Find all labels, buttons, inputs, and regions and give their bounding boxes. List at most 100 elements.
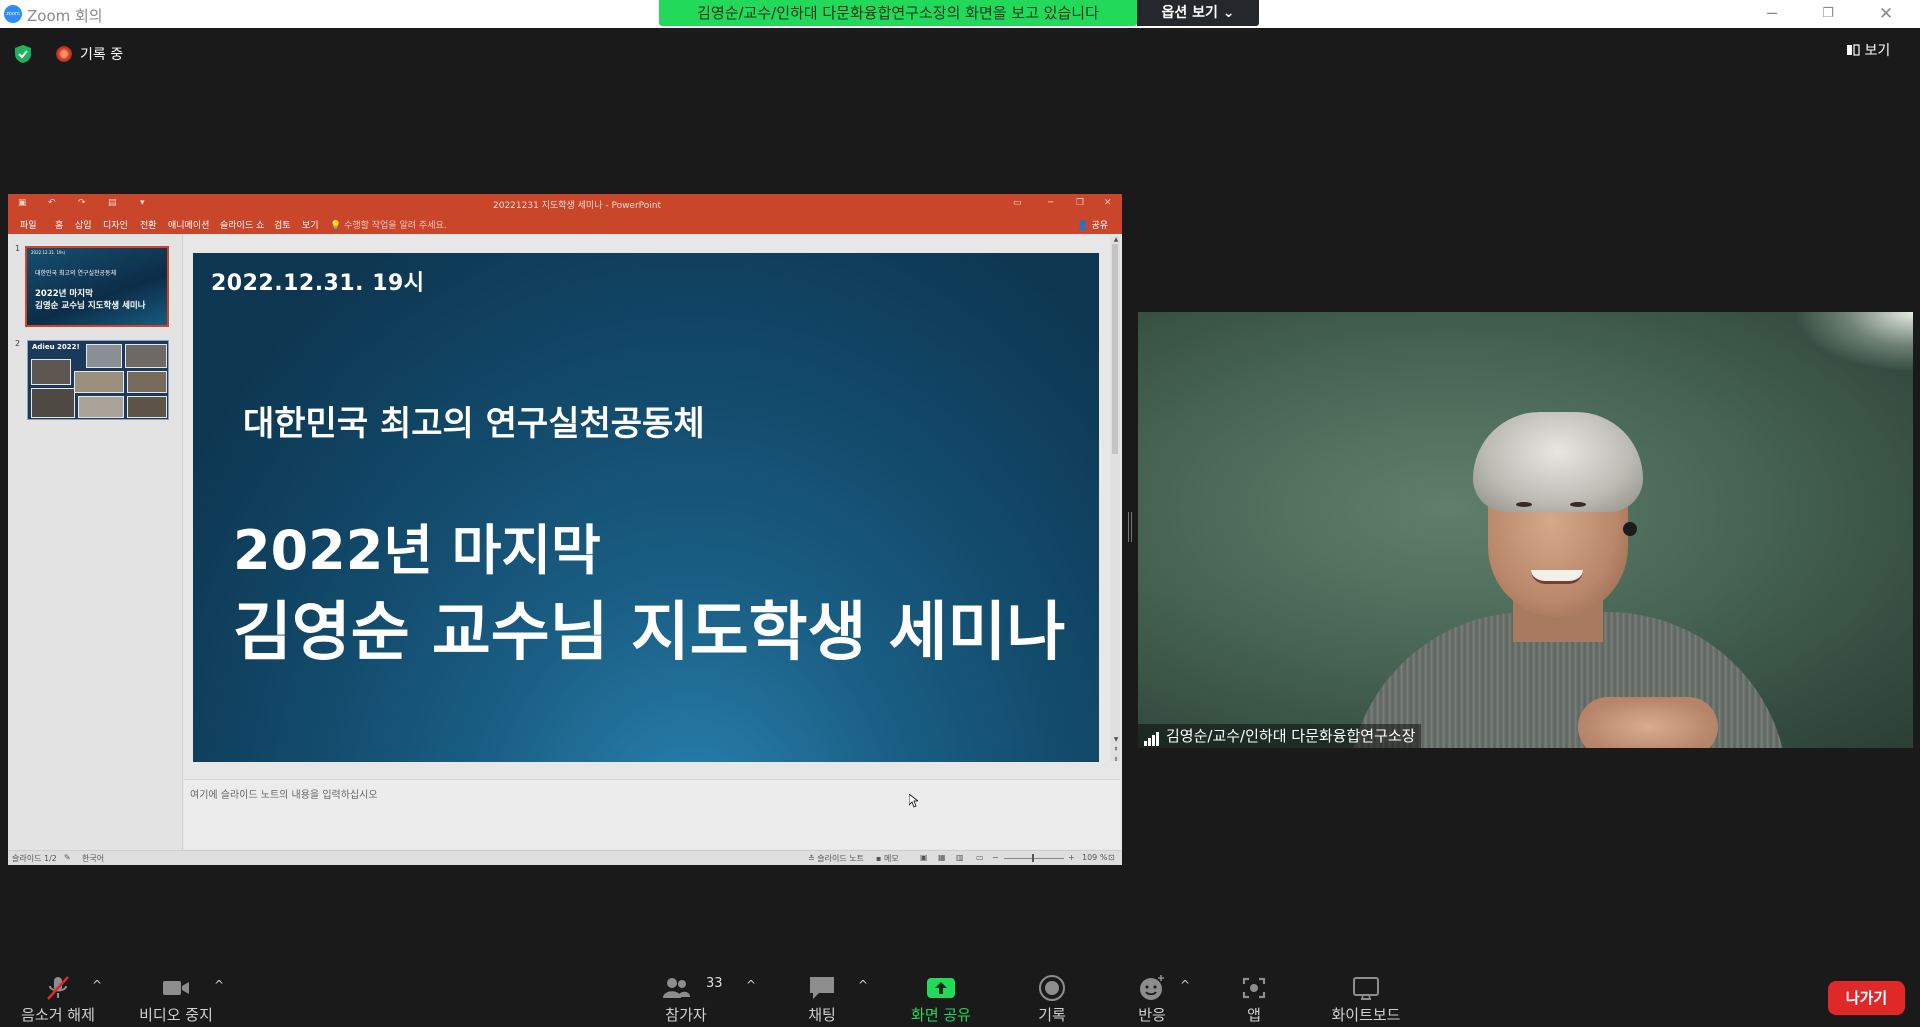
customize-icon[interactable]: ▾ xyxy=(140,198,150,208)
scroll-up-icon[interactable]: ▲ xyxy=(1112,236,1120,243)
zoom-in-icon[interactable]: + xyxy=(1068,853,1075,862)
chat-options-caret-icon[interactable]: ^ xyxy=(858,978,870,992)
redo-icon[interactable]: ↷ xyxy=(78,198,88,208)
menu-slideshow[interactable]: 슬라이드 쇼 xyxy=(220,218,264,231)
slide-thumbnail-1[interactable]: 2022.12.31. 19시 대한민국 최고의 연구실천공동체 2022년 마… xyxy=(25,246,169,327)
scroll-down-icon[interactable]: ▼ xyxy=(1112,736,1120,743)
ribbon-options-icon[interactable]: ▭ xyxy=(1013,198,1023,208)
leave-meeting-button[interactable]: 나가기 xyxy=(1828,981,1905,1015)
person-eye xyxy=(1570,502,1586,507)
apps-label: 앱 xyxy=(1247,1006,1261,1024)
present-icon[interactable]: ▤ xyxy=(108,198,118,208)
recording-label: 기록 중 xyxy=(80,47,124,63)
chat-button[interactable]: 채팅 xyxy=(782,962,862,1027)
stop-video-button[interactable]: 비디오 중지 xyxy=(128,962,224,1027)
participants-icon xyxy=(663,978,691,998)
menu-design[interactable]: 디자인 xyxy=(103,218,128,231)
notes-placeholder: 여기에 슬라이드 노트의 내용을 입력하십시오 xyxy=(190,790,378,801)
video-options-caret-icon[interactable]: ^ xyxy=(214,978,226,992)
apps-button[interactable]: 앱 xyxy=(1214,962,1294,1027)
ppt-minimize-icon[interactable]: ─ xyxy=(1048,198,1058,208)
zoom-slider-thumb[interactable] xyxy=(1032,854,1034,862)
participant-video[interactable] xyxy=(1138,312,1913,748)
thumbnail-number: 1 xyxy=(15,244,21,253)
menu-file[interactable]: 파일 xyxy=(20,218,37,231)
participants-label: 참가자 xyxy=(665,1006,707,1024)
person-hand xyxy=(1578,697,1718,748)
powerpoint-titlebar: ▣ ↶ ↷ ▤ ▾ 20221231 지도학생 세미나 - PowerPoint… xyxy=(8,194,1122,214)
undo-icon[interactable]: ↶ xyxy=(48,198,58,208)
ppt-close-icon[interactable]: ✕ xyxy=(1104,198,1114,208)
comments-toggle-label: 메모 xyxy=(883,854,899,863)
photo-thumbnail xyxy=(78,396,124,418)
chat-label: 채팅 xyxy=(808,1006,836,1024)
shared-powerpoint-window: ▣ ↶ ↷ ▤ ▾ 20221231 지도학생 세미나 - PowerPoint… xyxy=(8,194,1122,865)
comments-toggle[interactable]: ▪ 메모 xyxy=(876,853,899,864)
photo-thumbnail xyxy=(31,388,75,418)
previous-slide-icon[interactable]: ⇞ xyxy=(1112,746,1120,753)
share-screen-button[interactable]: 화면 공유 xyxy=(898,962,984,1027)
view-button[interactable]: 보기 xyxy=(1846,40,1906,64)
fit-slide-icon[interactable]: ⊡ xyxy=(1108,853,1115,862)
zoom-out-icon[interactable]: − xyxy=(992,853,999,862)
slide-sorter-icon[interactable]: ▦ xyxy=(938,853,946,862)
notes-toggle-label: 슬라이드 노트 xyxy=(817,854,864,863)
save-icon[interactable]: ▣ xyxy=(18,198,28,208)
tell-me-search[interactable]: 💡 수행할 작업을 알려 주세요. xyxy=(330,218,447,231)
unmute-button[interactable]: 음소거 해제 xyxy=(10,962,106,1027)
slide-date: 2022.12.31. 19시 xyxy=(211,271,425,296)
photo-thumbnail xyxy=(31,359,71,385)
pane-resize-handle[interactable] xyxy=(1128,512,1132,542)
slide-title-line1: 2022년 마지막 xyxy=(233,519,601,582)
audio-options-caret-icon[interactable]: ^ xyxy=(92,978,104,992)
spellcheck-icon[interactable]: ✎ xyxy=(64,853,71,862)
participants-button[interactable]: 33 참가자 xyxy=(646,962,726,1027)
participant-name-tag: 김영순/교수/인하대 다문화융합연구소장 xyxy=(1138,724,1422,748)
slideshow-view-icon[interactable]: ▭ xyxy=(976,853,984,862)
slide-subtitle: 대한민국 최고의 연구실천공동체 xyxy=(243,404,705,444)
normal-view-icon[interactable]: ▣ xyxy=(920,853,928,862)
screen-share-banner: 김영순/교수/인하대 다문화융합연구소장의 화면을 보고 있습니다 xyxy=(659,0,1137,26)
slide-notes-pane[interactable]: 여기에 슬라이드 노트의 내용을 입력하십시오 xyxy=(184,779,1120,849)
participants-options-caret-icon[interactable]: ^ xyxy=(746,978,758,992)
ppt-restore-icon[interactable]: ❐ xyxy=(1076,198,1086,208)
current-slide[interactable]: 2022.12.31. 19시 대한민국 최고의 연구실천공동체 2022년 마… xyxy=(193,253,1099,762)
notes-toggle[interactable]: ≛ 슬라이드 노트 xyxy=(808,853,864,864)
participant-name: 김영순/교수/인하대 다문화융합연구소장 xyxy=(1166,727,1416,745)
menu-transitions[interactable]: 전환 xyxy=(140,218,157,231)
powerpoint-title: 20221231 지도학생 세미나 - PowerPoint xyxy=(493,201,662,211)
restore-icon[interactable]: ❐ xyxy=(1818,4,1838,24)
record-button[interactable]: 기록 xyxy=(1012,962,1092,1027)
share-screen-icon xyxy=(927,978,955,998)
reading-view-icon[interactable]: ▥ xyxy=(956,853,964,862)
recording-indicator-icon xyxy=(56,46,72,62)
menu-animations[interactable]: 애니메이션 xyxy=(168,218,209,231)
record-label: 기록 xyxy=(1038,1006,1066,1024)
reactions-button[interactable]: 반응 xyxy=(1112,962,1192,1027)
reactions-options-caret-icon[interactable]: ^ xyxy=(1180,978,1192,992)
whiteboard-icon xyxy=(1353,977,1379,1000)
participant-count: 33 xyxy=(706,976,723,991)
signal-strength-icon xyxy=(1144,726,1160,746)
slide-thumbnail-2[interactable]: Adieu 2022! xyxy=(27,340,169,420)
whiteboard-button[interactable]: 화이트보드 xyxy=(1318,962,1414,1027)
next-slide-icon[interactable]: ⇟ xyxy=(1112,756,1120,763)
whiteboard-label: 화이트보드 xyxy=(1331,1006,1401,1024)
menu-view[interactable]: 보기 xyxy=(302,218,319,231)
language-indicator[interactable]: 한국어 xyxy=(82,853,104,864)
lightbulb-icon: 💡 xyxy=(330,221,342,231)
menu-insert[interactable]: 삽입 xyxy=(75,218,92,231)
close-icon[interactable]: ✕ xyxy=(1876,4,1896,24)
minimize-icon[interactable]: ─ xyxy=(1762,4,1782,24)
view-options-button[interactable]: 옵션 보기 ⌄ xyxy=(1137,0,1259,26)
menu-home[interactable]: 홈 xyxy=(55,218,63,231)
view-layout-icon xyxy=(1847,44,1860,56)
ppt-share-button[interactable]: 👤 공유 xyxy=(1077,218,1108,231)
zoom-slider[interactable] xyxy=(1004,858,1064,859)
zoom-level[interactable]: 109 % xyxy=(1082,853,1107,862)
security-shield-icon[interactable] xyxy=(14,44,32,64)
scrollbar-thumb[interactable] xyxy=(1112,244,1118,454)
photo-thumbnail xyxy=(74,371,124,393)
headset-icon xyxy=(1623,522,1637,536)
menu-review[interactable]: 검토 xyxy=(274,218,291,231)
